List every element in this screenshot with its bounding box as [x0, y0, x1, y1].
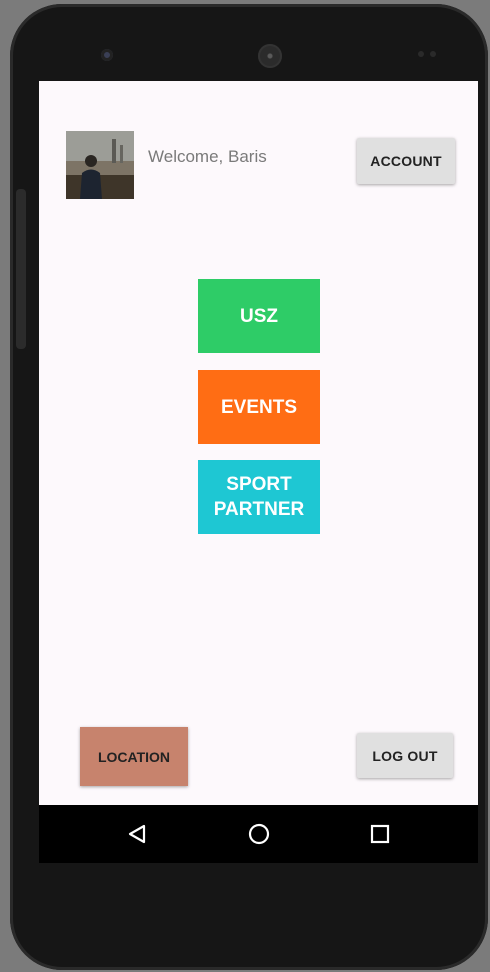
- home-button[interactable]: [229, 805, 289, 863]
- back-button[interactable]: [107, 805, 167, 863]
- sensor: [418, 51, 424, 57]
- events-button[interactable]: EVENTS: [198, 370, 320, 444]
- avatar[interactable]: [66, 131, 134, 199]
- side-button: [16, 189, 26, 349]
- profile-photo: [66, 131, 134, 199]
- log-out-button[interactable]: LOG OUT: [357, 733, 453, 778]
- sensor: [430, 51, 436, 57]
- account-button[interactable]: ACCOUNT: [357, 138, 455, 184]
- back-icon: [128, 824, 146, 844]
- recents-button[interactable]: [350, 805, 410, 863]
- sport-partner-button[interactable]: SPORT PARTNER: [198, 460, 320, 534]
- usz-button[interactable]: USZ: [198, 279, 320, 353]
- speaker-grille: [258, 44, 282, 68]
- home-icon: [248, 823, 270, 845]
- recents-icon: [370, 824, 390, 844]
- front-camera: [101, 49, 113, 61]
- location-button[interactable]: LOCATION: [80, 727, 188, 786]
- welcome-text: Welcome, Baris: [148, 147, 267, 166]
- app-screen: Welcome, Baris ACCOUNT USZ EVENTS SPORT …: [39, 81, 478, 805]
- navigation-bar: [39, 805, 478, 863]
